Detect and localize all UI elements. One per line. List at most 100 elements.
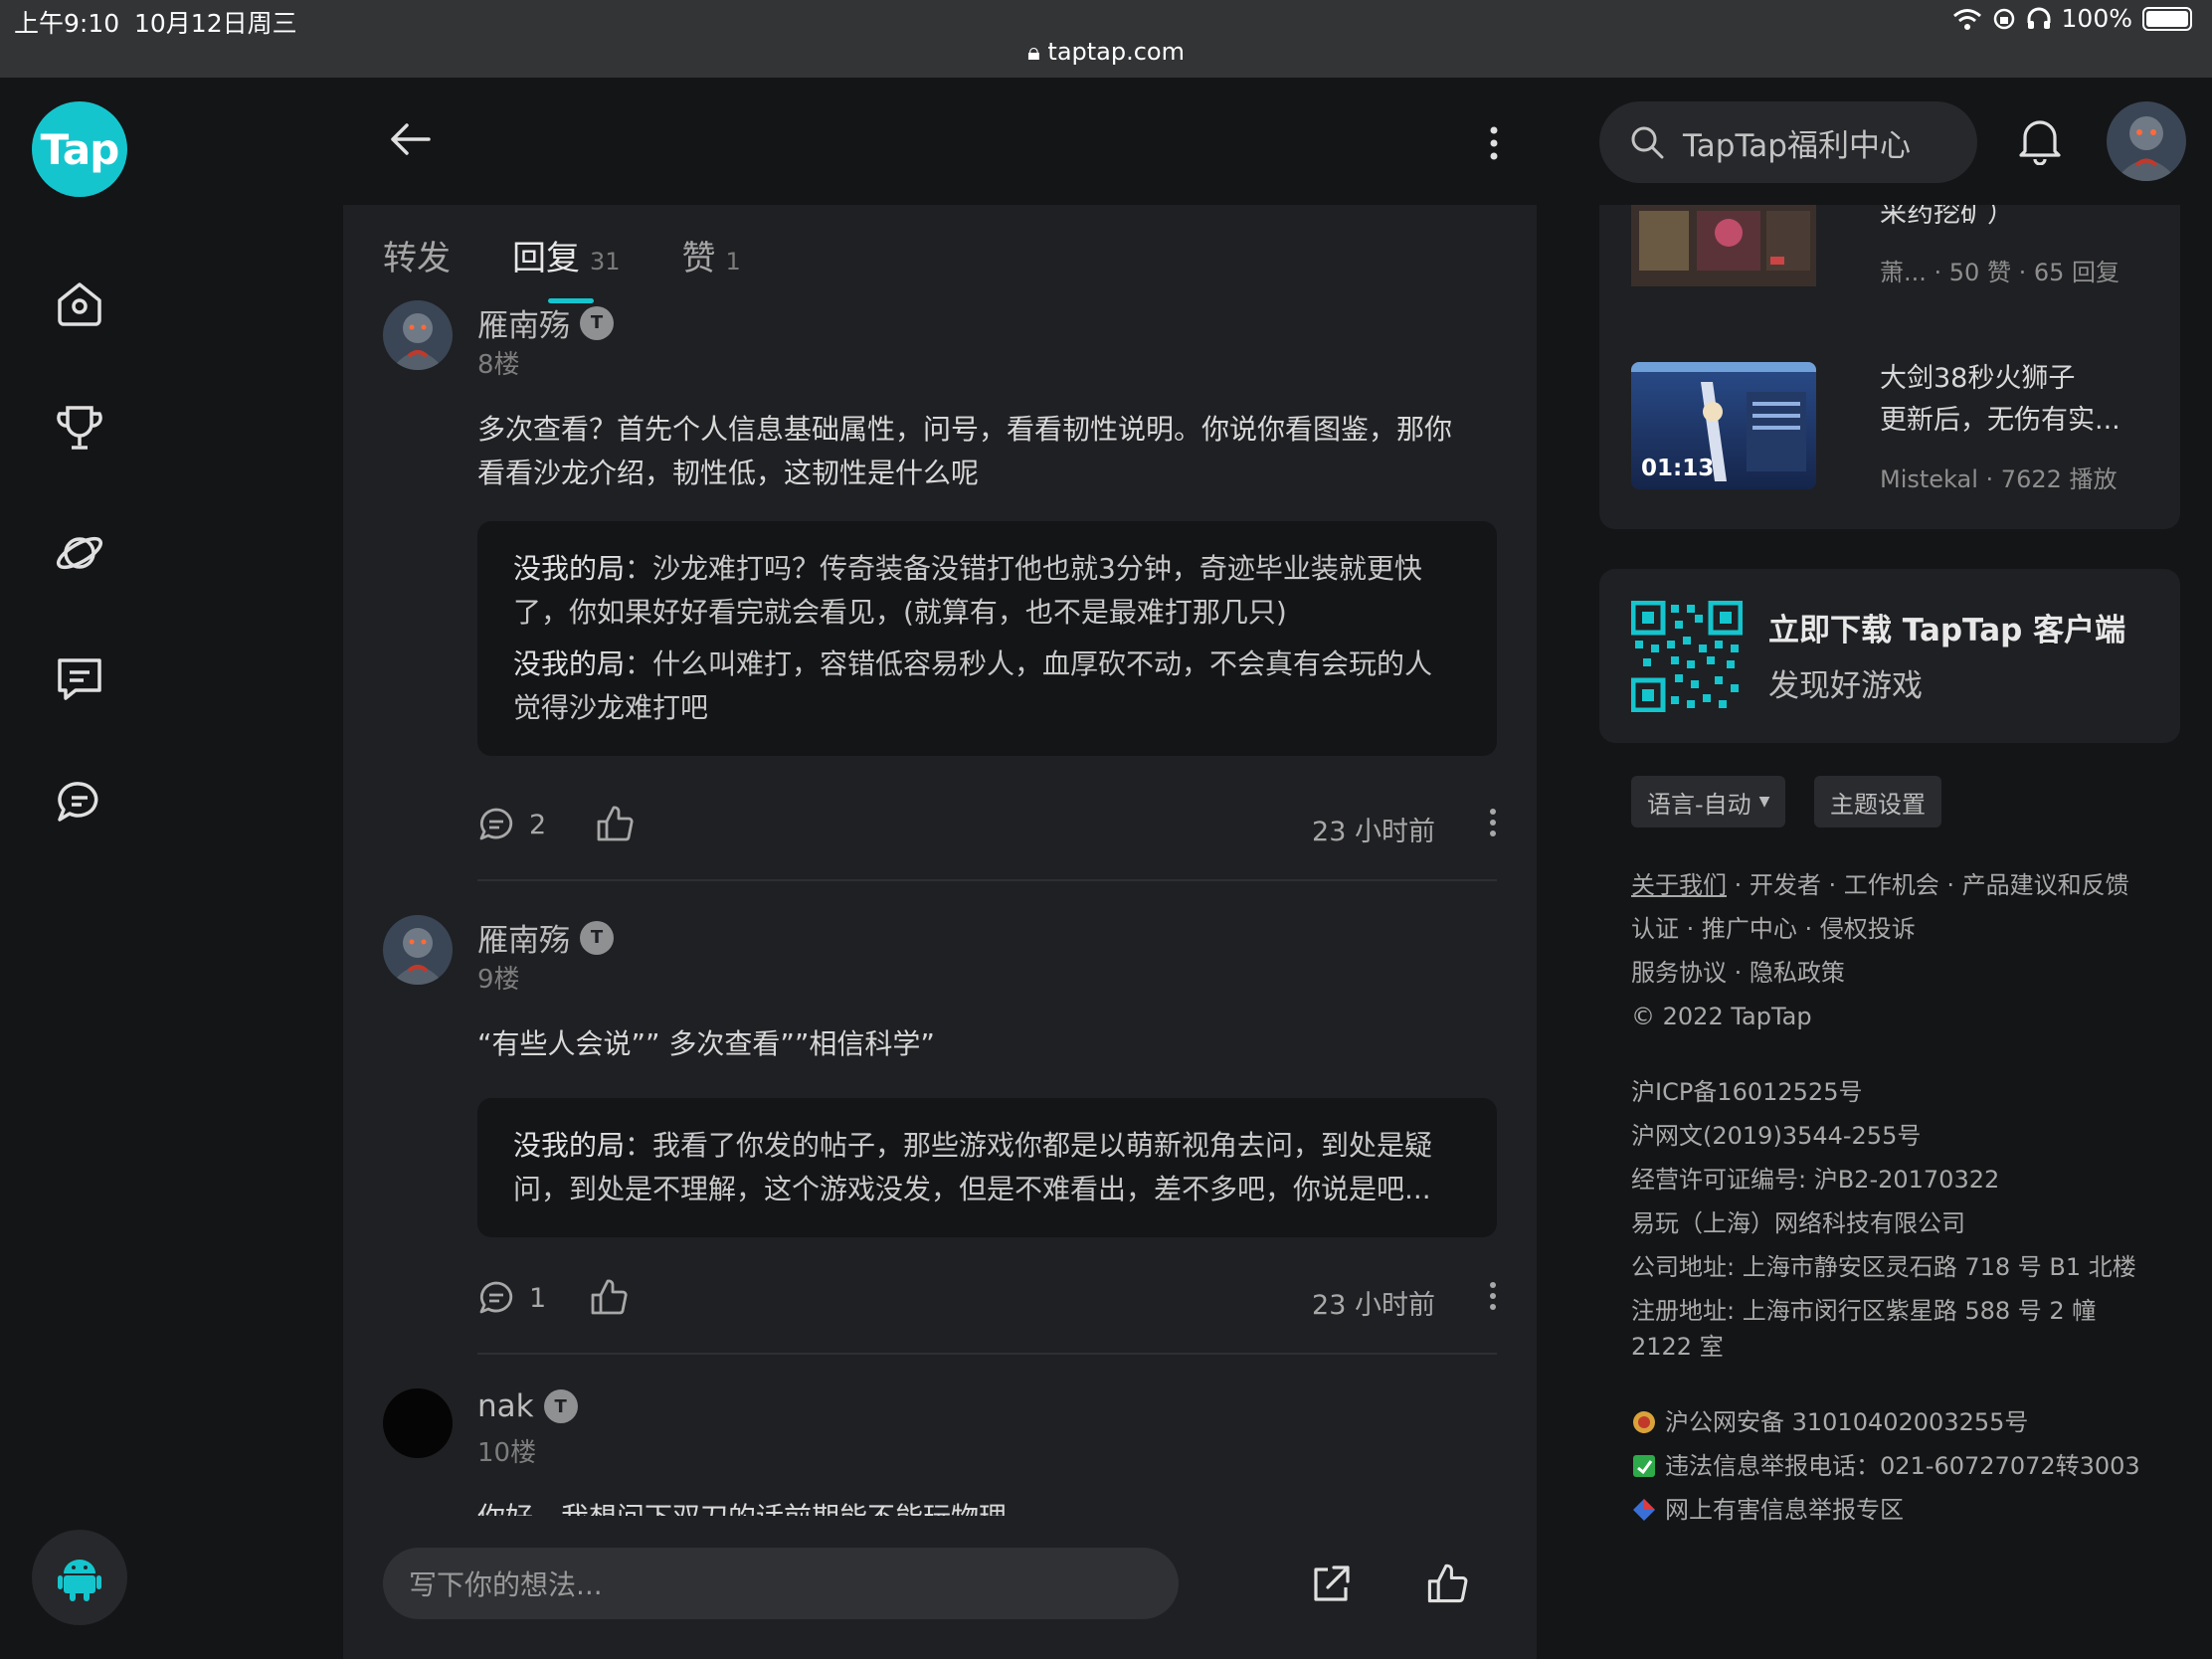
search-icon [1631,126,1664,159]
trophy-icon[interactable] [50,398,109,458]
avatar[interactable] [383,915,453,985]
download-app-card[interactable]: 立即下载 TapTap 客户端 发现好游戏 [1599,569,2180,743]
planet-icon[interactable] [50,523,109,583]
reply-line: 问，到处是不理解，这个游戏没发，但是不难看出，差不多吧，你说是吧... [513,1173,1431,1205]
footer-link-feedback[interactable]: 产品建议和反馈 [1962,871,2129,899]
footer-company: 易玩（上海）网络科技有限公司 [1631,1209,1965,1237]
footer-links: 关于我们 · 开发者 · 工作机会 · 产品建议和反馈 认证 · 推广中心 · … [1631,863,2129,1038]
comment-icon [479,1281,513,1314]
comment-input[interactable]: 写下你的想法... [383,1548,1179,1619]
status-date: 10月12日周三 [134,9,297,38]
comment-author[interactable]: 雁南殇 T [477,915,614,960]
footer-icp[interactable]: 沪ICP备16012525号 [1631,1070,2136,1114]
search-placeholder: TapTap福利中心 [1683,127,1911,164]
reply-button[interactable]: 2 [477,806,546,843]
user-avatar[interactable] [2107,101,2186,181]
back-arrow-icon[interactable] [389,121,431,157]
harmful-report-icon [1633,1499,1655,1521]
footer-link-about[interactable]: 关于我们 [1631,871,1727,899]
lock-icon: 🔒︎ [1026,38,1040,66]
reply-author[interactable]: 没我的局 [513,552,625,585]
comment-divider [477,1353,1497,1355]
author-name: 雁南殇 [477,923,570,959]
rec-meta: Mistekal · 7622 播放 [1880,465,2118,493]
comment-icon [479,808,513,840]
footer-row[interactable]: 沪公网安备 31010402003255号 [1631,1400,2140,1444]
footer-link-dev[interactable]: 开发者 [1750,871,1821,899]
reply-author[interactable]: 没我的局 [513,647,625,680]
footer-copyright: © 2022 TapTap [1631,1003,1812,1030]
reply-button[interactable]: 1 [477,1279,546,1317]
more-vertical-icon[interactable] [1489,125,1499,161]
video-duration: 01:13 [1641,456,1715,481]
download-subtitle: 发现好游戏 [1768,668,1923,704]
rec-title[interactable]: 采药挖矿） [1880,205,2158,235]
rec-thumbnail[interactable] [1631,205,1816,314]
comment-author[interactable]: 雁南殇 T [477,300,614,345]
reply-preview-box[interactable]: 没我的局：我看了你发的帖子，那些游戏你都是以萌新视角去问，到处是疑 问，到处是不理… [477,1098,1497,1237]
rec-title[interactable]: 大剑38秒火狮子 更新后，无伤有实... [1880,358,2158,442]
comment-floor-9: 雁南殇 T 9楼 “有些人会说”” 多次查看””相信科学” 没我的局：我看了你发的… [383,915,1497,1373]
footer-license[interactable]: 经营许可证编号: 沪B2-20170322 [1631,1158,2136,1201]
avatar[interactable] [383,300,453,370]
tab-replies[interactable]: 回复 31 [512,231,621,279]
like-thumb-icon[interactable] [595,804,635,843]
reply-item: 没我的局：我看了你发的帖子，那些游戏你都是以萌新视角去问，到处是疑 问，到处是不理… [513,1124,1461,1211]
share-icon[interactable] [1310,1564,1352,1605]
reply-count: 1 [529,1282,547,1314]
footer-address: 公司地址: 上海市静安区灵石路 718 号 B1 北楼 [1631,1253,2136,1281]
status-bar: 上午9:10 10月12日周三 100% 🔒︎ taptap.com [0,0,2212,78]
footer-row[interactable]: 网上有害信息举报专区 [1631,1488,2140,1532]
headphones-icon [2027,7,2051,29]
footer-row: 关于我们 · 开发者 · 工作机会 · 产品建议和反馈 [1631,871,2129,899]
footer-link-tos[interactable]: 服务协议 [1631,959,1727,987]
comment-text: 你好，我想问下双刀的话前期能不能玩物理 [477,1496,1502,1516]
reply-line: 了，你如果好好看完就会看见，(就算有，也不是最难打那几只) [513,596,1287,629]
more-vertical-icon[interactable] [1489,1281,1497,1311]
rec-thumbnail[interactable]: 01:13 [1631,362,1816,489]
composer-placeholder: 写下你的想法... [409,1568,603,1601]
language-label: 语言-自动 [1647,790,1751,819]
floor-number: 9楼 [477,965,520,995]
caret-down-icon: ▼ [1758,794,1770,810]
floor-number: 10楼 [477,1438,537,1468]
report-phone-icon [1633,1455,1655,1477]
comment-time: 23 小时前 [1312,817,1435,847]
footer-row[interactable]: 违法信息举报电话：021-60727072转3003 [1631,1444,2140,1488]
footer-row: 服务协议 · 隐私政策 [1631,959,1845,987]
more-vertical-icon[interactable] [1489,808,1497,837]
search-bar[interactable]: TapTap福利中心 [1599,101,1977,183]
bell-icon[interactable] [2017,113,2063,165]
address-bar[interactable]: 🔒︎ taptap.com [0,38,2212,66]
rec-meta: 萧... · 50 赞 · 65 回复 [1880,259,2120,286]
android-download-button[interactable] [32,1530,127,1625]
like-thumb-icon[interactable] [589,1277,629,1317]
reply-author[interactable]: 没我的局 [513,1129,625,1162]
author-name: nak [477,1388,534,1424]
reply-line: ：什么叫难打，容错低容易秒人，血厚砍不动，不会真有会玩的人 [625,647,1433,680]
chat-card-icon[interactable] [50,648,109,708]
footer-link-infringe[interactable]: 侵权投诉 [1820,915,1916,943]
comment-author[interactable]: nak T [477,1388,578,1424]
reply-preview-box[interactable]: 没我的局：沙龙难打吗？传奇装备没错打他也就3分钟，奇迹毕业装就更快 了，你如果好好… [477,521,1497,756]
battery-percent: 100% [2061,4,2132,33]
recommendation-list: 采药挖矿） 萧... · 50 赞 · 65 回复 01:13 大剑38秒火狮子… [1599,205,2180,529]
taptap-logo[interactable]: Tap [32,101,127,197]
reply-count: 2 [529,809,547,840]
footer-netculture[interactable]: 沪网文(2019)3544-255号 [1631,1114,2136,1158]
tab-likes[interactable]: 赞1 [682,231,741,279]
chat-bubbles-icon[interactable] [50,774,109,833]
footer-link-promo[interactable]: 推广中心 [1702,915,1797,943]
reply-item: 没我的局：什么叫难打，容错低容易秒人，血厚砍不动，不会真有会玩的人 觉得沙龙难打吧 [513,643,1461,730]
home-icon[interactable] [50,273,109,332]
avatar[interactable] [383,1388,453,1458]
footer-link-jobs[interactable]: 工作机会 [1844,871,1939,899]
footer-link-privacy[interactable]: 隐私政策 [1750,959,1845,987]
theme-settings-button[interactable]: 主题设置 [1814,776,1941,828]
url-text: taptap.com [1047,38,1185,66]
like-thumb-icon[interactable] [1425,1562,1469,1605]
footer-link-cert[interactable]: 认证 [1631,915,1679,943]
comment-text: “有些人会说”” 多次查看””相信科学” [477,1022,1502,1066]
language-select[interactable]: 语言-自动 ▼ [1631,776,1786,828]
tab-repost[interactable]: 转发 [383,231,451,279]
